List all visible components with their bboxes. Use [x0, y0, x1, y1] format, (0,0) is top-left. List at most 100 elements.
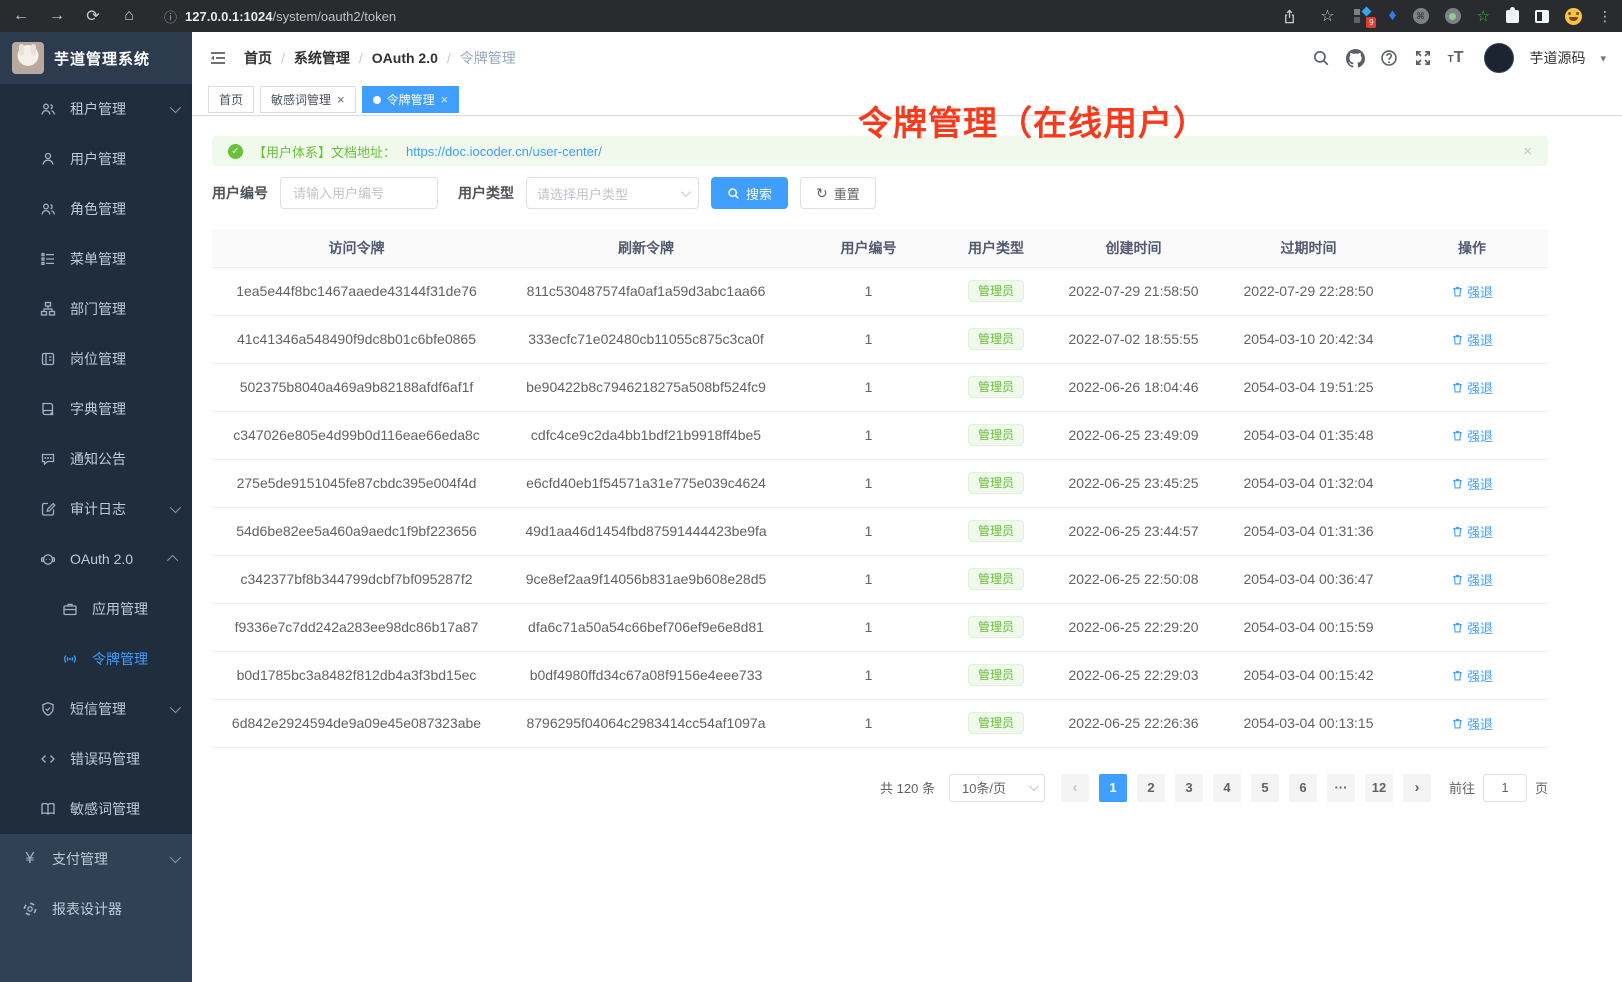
browser-reload-icon[interactable]: ⟳ — [82, 5, 104, 27]
sidebar-item-sensitive-word[interactable]: 敏感词管理 — [0, 784, 192, 834]
address-bar[interactable]: ⓘ 127.0.0.1:1024/system/oauth2/token — [154, 7, 1264, 26]
breadcrumb-home[interactable]: 首页 — [244, 48, 272, 68]
page-button-3[interactable]: 3 — [1175, 774, 1203, 802]
page-more-button[interactable]: ··· — [1327, 774, 1355, 802]
user-type-badge: 管理员 — [968, 520, 1024, 542]
browser-menu-icon[interactable]: ⋮ — [1598, 8, 1612, 25]
search-icon[interactable] — [1312, 49, 1331, 68]
user-id-cell: 1 — [791, 603, 946, 651]
user-avatar[interactable] — [1484, 43, 1514, 73]
page-button-6[interactable]: 6 — [1289, 774, 1317, 802]
breadcrumb-system[interactable]: 系统管理 — [294, 48, 350, 68]
access-token-cell: c342377bf8b344799dcbf7bf095287f2 — [212, 555, 501, 603]
col-access-token: 访问令牌 — [212, 229, 501, 267]
page-button-5[interactable]: 5 — [1251, 774, 1279, 802]
page-button-4[interactable]: 4 — [1213, 774, 1241, 802]
sidebar-item-role[interactable]: 角色管理 — [0, 184, 192, 234]
user-name[interactable]: 芋道源码 — [1529, 48, 1585, 68]
force-logout-button[interactable]: 强退 — [1451, 714, 1493, 733]
browser-back-icon[interactable]: ← — [10, 5, 32, 27]
goto-page-input[interactable] — [1483, 774, 1527, 802]
expires-cell: 2054-03-04 01:35:48 — [1221, 411, 1396, 459]
sidebar-item-sms[interactable]: 短信管理 — [0, 684, 192, 734]
side-panel-icon[interactable] — [1535, 10, 1549, 23]
force-logout-button[interactable]: 强退 — [1451, 522, 1493, 541]
github-icon[interactable] — [1346, 49, 1365, 68]
user-id-input[interactable] — [280, 177, 438, 209]
sidebar-item-dept[interactable]: 部门管理 — [0, 284, 192, 334]
sidebar-item-post[interactable]: 岗位管理 — [0, 334, 192, 384]
table-row: 6d842e2924594de9a09e45e087323abe 8796295… — [212, 699, 1548, 747]
sidebar-item-menu[interactable]: 菜单管理 — [0, 234, 192, 284]
extensions-puzzle-icon[interactable] — [1506, 10, 1519, 23]
briefcase-icon — [62, 601, 78, 617]
tab-close-icon[interactable]: × — [441, 93, 449, 106]
reset-button[interactable]: ↻ 重置 — [800, 177, 876, 209]
browser-forward-icon[interactable]: → — [46, 5, 68, 27]
sidebar-item-errcode[interactable]: 错误码管理 — [0, 734, 192, 784]
table-row: 41c41346a548490f9dc8b01c6bfe0865 333ecfc… — [212, 315, 1548, 363]
sidebar-item-pay[interactable]: ¥ 支付管理 — [0, 834, 192, 884]
tab-close-icon[interactable]: × — [337, 93, 345, 106]
trash-icon — [1451, 333, 1464, 346]
font-size-icon[interactable]: TT — [1448, 49, 1464, 67]
force-logout-button[interactable]: 强退 — [1451, 666, 1493, 685]
extension-colored-icon[interactable]: 9 — [1354, 8, 1372, 24]
sidebar-item-oauth-token[interactable]: 令牌管理 — [0, 634, 192, 684]
token-table: 访问令牌 刷新令牌 用户编号 用户类型 创建时间 过期时间 操作 1ea5e44… — [212, 229, 1548, 748]
sidebar-item-dict[interactable]: 字典管理 — [0, 384, 192, 434]
fullscreen-icon[interactable] — [1414, 49, 1433, 68]
user-menu-caret-icon[interactable]: ▾ — [1600, 52, 1606, 65]
tab-sensitive-word[interactable]: 敏感词管理 × — [260, 86, 356, 113]
share-icon[interactable] — [1278, 5, 1300, 27]
page-button-2[interactable]: 2 — [1137, 774, 1165, 802]
created-cell: 2022-06-25 23:49:09 — [1046, 411, 1221, 459]
force-logout-button[interactable]: 强退 — [1451, 570, 1493, 589]
search-button[interactable]: 搜索 — [711, 177, 788, 209]
page-button-12[interactable]: 12 — [1365, 774, 1393, 802]
app-logo-bar[interactable]: 芋道管理系统 — [0, 32, 192, 84]
sidebar-item-audit-log[interactable]: 审计日志 — [0, 484, 192, 534]
chevron-down-icon — [170, 502, 181, 513]
sidebar-item-tenant[interactable]: 租户管理 — [0, 84, 192, 134]
record-extension-icon[interactable] — [1445, 8, 1461, 24]
page-content: ✓ 【用户体系】文档地址： https://doc.iocoder.cn/use… — [192, 116, 1568, 822]
success-check-icon: ✓ — [228, 144, 243, 159]
star-extension-icon[interactable]: ☆ — [1477, 7, 1490, 25]
sidebar-item-oauth-app[interactable]: 应用管理 — [0, 584, 192, 634]
table-row: c347026e805e4d99b0d116eae66eda8c cdfc4ce… — [212, 411, 1548, 459]
command-extension-icon[interactable]: ⌘ — [1413, 8, 1429, 24]
sidebar-item-notice[interactable]: 通知公告 — [0, 434, 192, 484]
force-logout-button[interactable]: 强退 — [1451, 474, 1493, 493]
user-type-select[interactable]: 请选择用户类型 — [526, 177, 699, 209]
page-size-select[interactable]: 10条/页 — [949, 774, 1045, 802]
tab-token-active[interactable]: 令牌管理 × — [362, 86, 460, 113]
breadcrumb-oauth[interactable]: OAuth 2.0 — [372, 50, 438, 66]
sidebar-item-report-designer[interactable]: 报表设计器 — [0, 884, 192, 934]
url-host: 127.0.0.1:1024 — [185, 9, 272, 24]
bookmark-star-icon[interactable]: ☆ — [1316, 5, 1338, 27]
help-icon[interactable] — [1380, 49, 1399, 68]
force-logout-button[interactable]: 强退 — [1451, 426, 1493, 445]
app-logo-avatar — [12, 42, 44, 74]
browser-home-icon[interactable]: ⌂ — [118, 5, 140, 27]
prev-page-button[interactable]: ‹ — [1061, 774, 1089, 802]
sidebar-item-oauth[interactable]: OAuth 2.0 — [0, 534, 192, 584]
gem-extension-icon[interactable]: ♦ — [1388, 7, 1396, 25]
page-button-1[interactable]: 1 — [1099, 774, 1127, 802]
robot-face-icon — [40, 551, 56, 567]
sidebar-item-user[interactable]: 用户管理 — [0, 134, 192, 184]
site-info-icon[interactable]: ⓘ — [164, 7, 177, 26]
force-logout-button[interactable]: 强退 — [1451, 282, 1493, 301]
trash-icon — [1451, 573, 1464, 586]
sidebar-toplevel-group: ¥ 支付管理 报表设计器 — [0, 834, 192, 934]
profile-avatar-icon[interactable] — [1565, 8, 1582, 25]
force-logout-button[interactable]: 强退 — [1451, 378, 1493, 397]
doc-link[interactable]: https://doc.iocoder.cn/user-center/ — [406, 144, 602, 159]
force-logout-button[interactable]: 强退 — [1451, 330, 1493, 349]
alert-close-icon[interactable]: × — [1523, 143, 1532, 160]
next-page-button[interactable]: › — [1403, 774, 1431, 802]
force-logout-button[interactable]: 强退 — [1451, 618, 1493, 637]
tab-home[interactable]: 首页 — [208, 86, 254, 113]
sidebar-fold-icon[interactable] — [208, 48, 228, 68]
